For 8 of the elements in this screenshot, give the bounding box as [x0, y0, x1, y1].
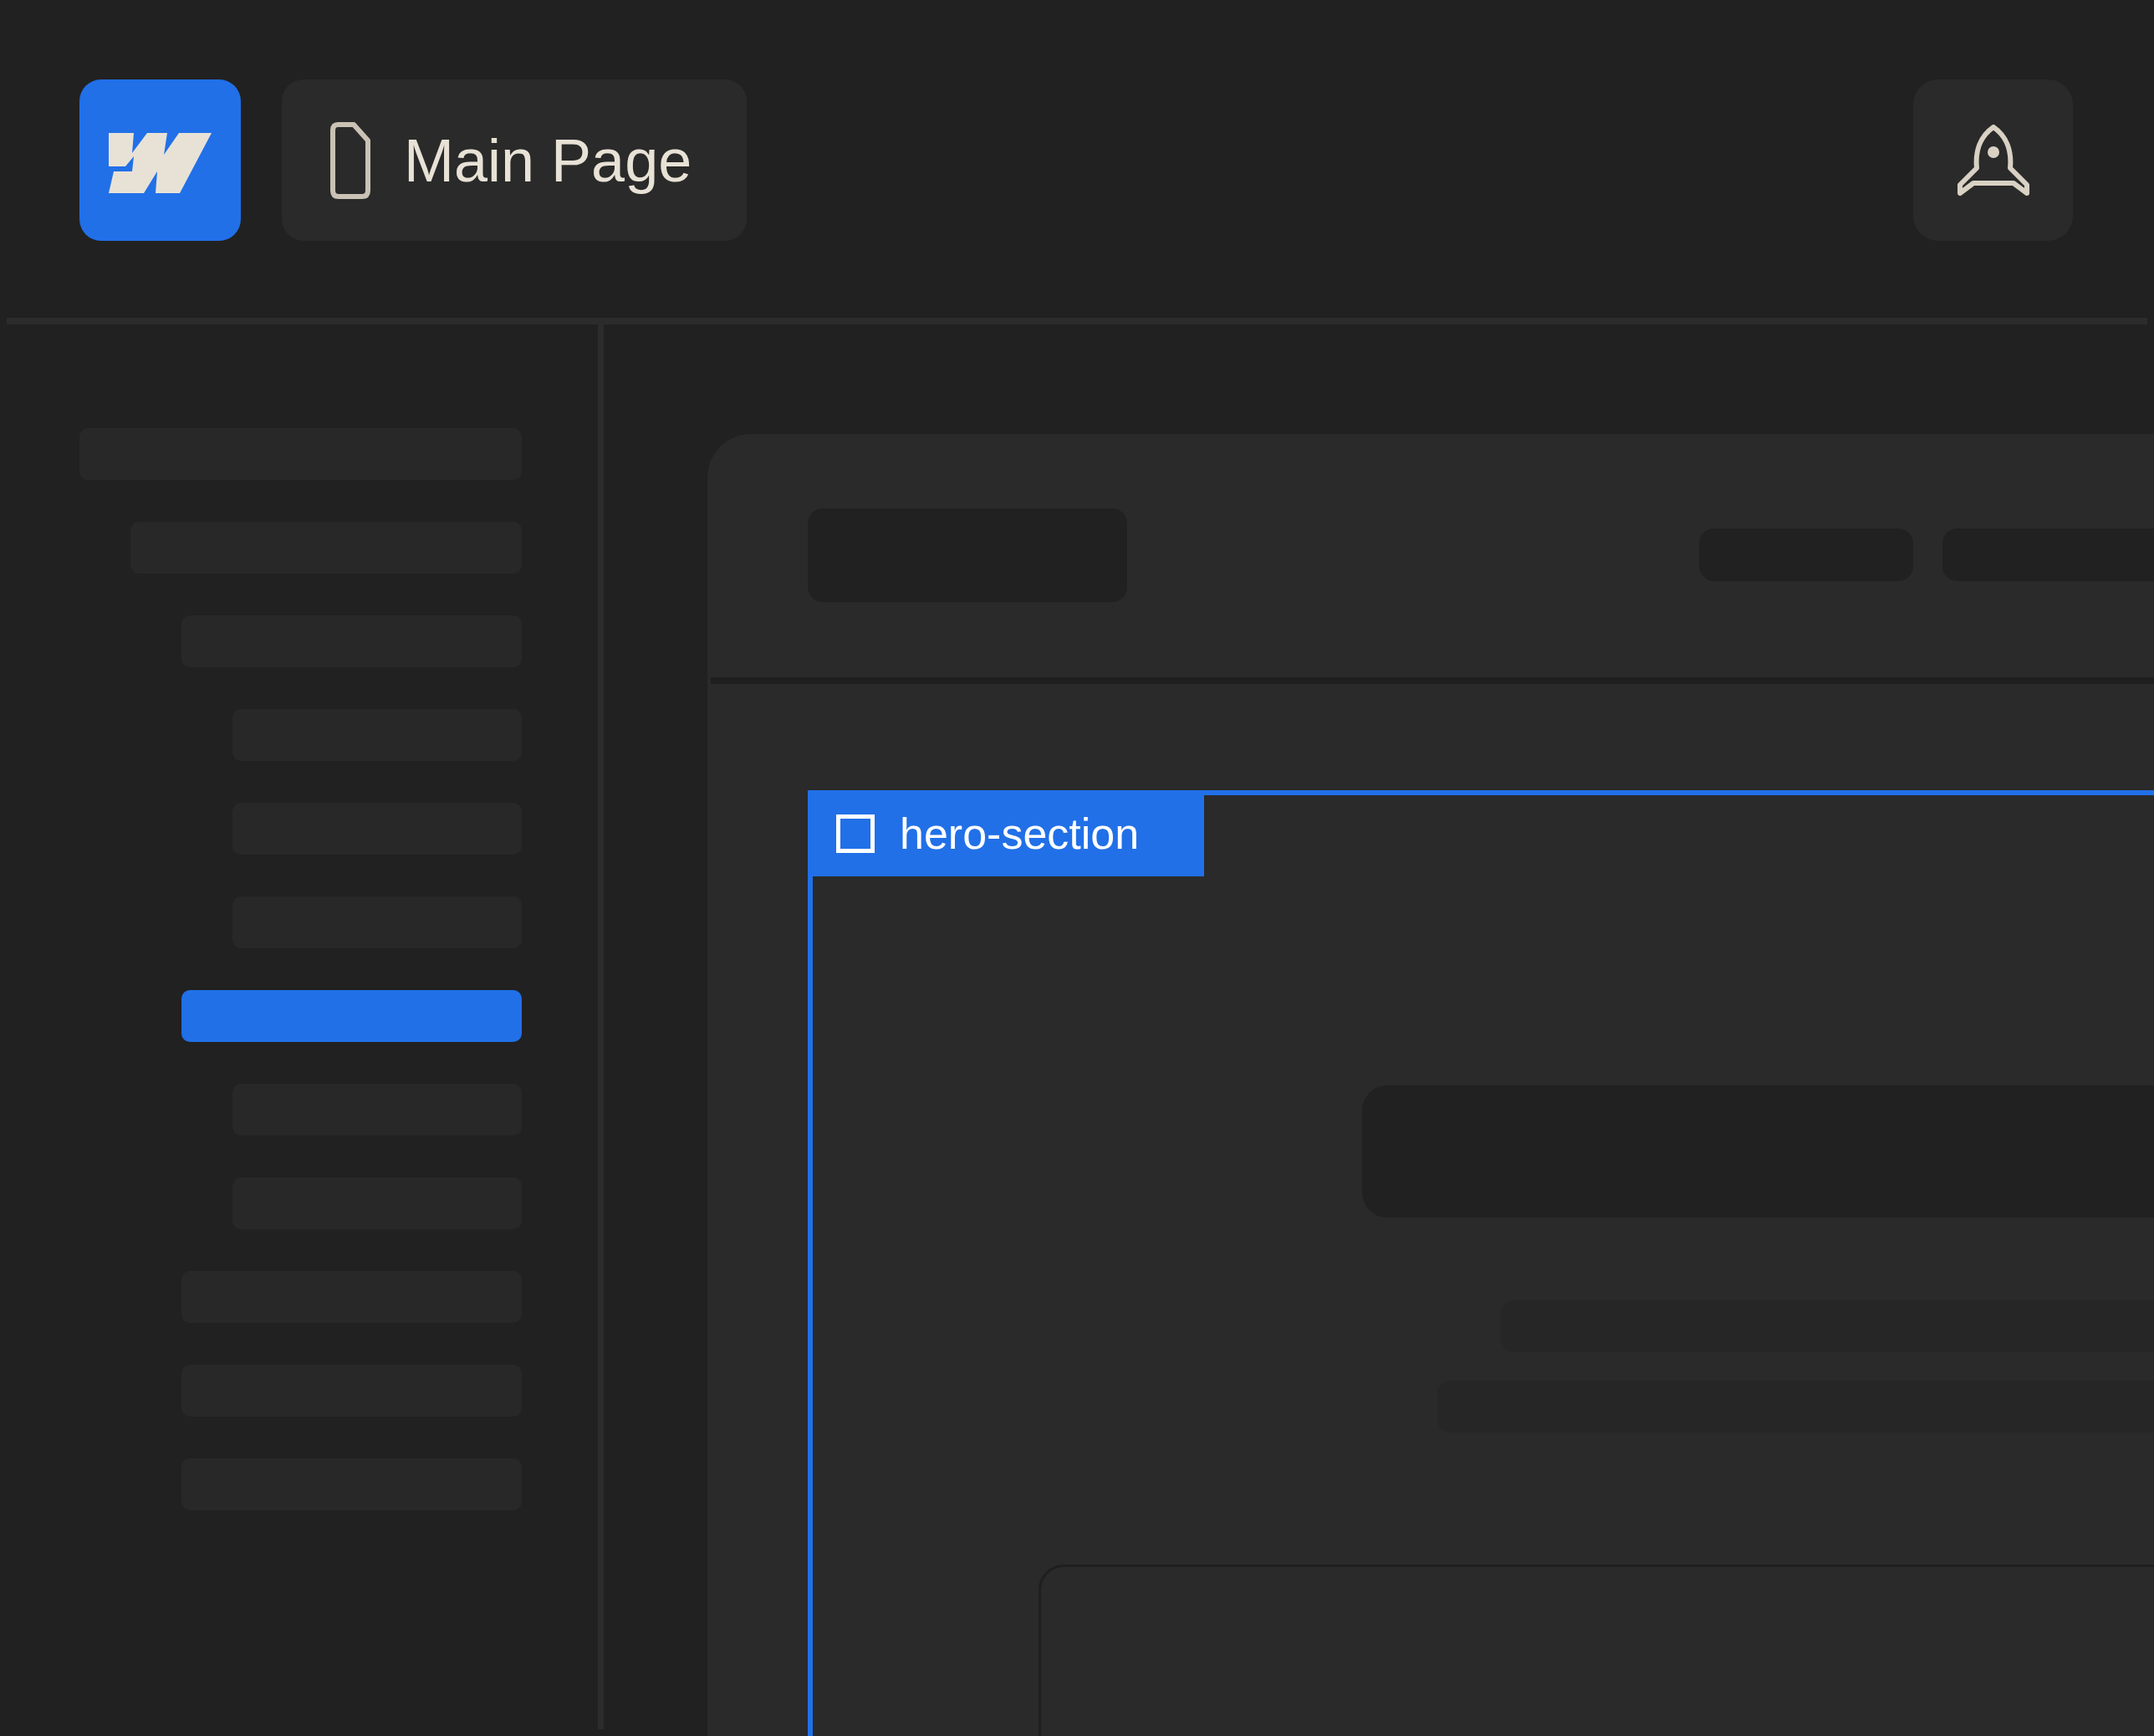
page-icon — [330, 121, 370, 199]
page-selector[interactable]: Main Page — [282, 79, 748, 241]
element-label: hero-section — [900, 808, 1140, 860]
layer-item[interactable] — [181, 990, 522, 1042]
app-logo[interactable] — [79, 79, 241, 241]
square-icon — [836, 814, 875, 853]
publish-button[interactable] — [1913, 79, 2073, 241]
rocket-icon — [1956, 124, 2030, 197]
